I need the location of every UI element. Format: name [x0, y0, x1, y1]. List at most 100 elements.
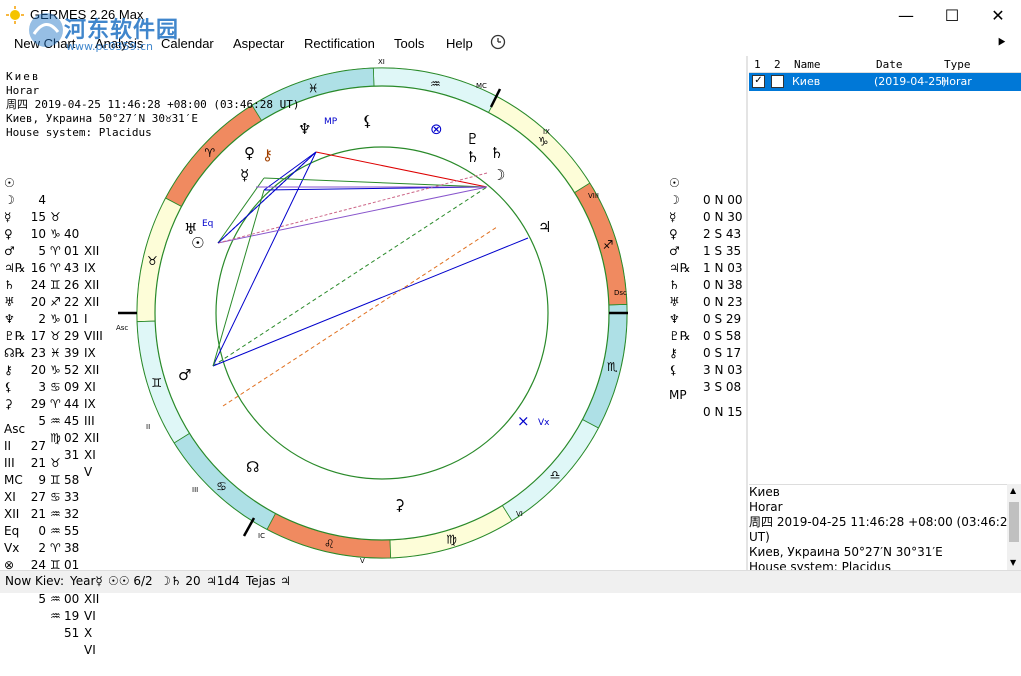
wheel-moon-icon[interactable]: ☽ — [492, 166, 505, 184]
detail-place: Киев, Украина 50°27′N 30°31′E — [749, 545, 943, 559]
wheel-fortune-icon[interactable]: ⊗ — [430, 120, 443, 138]
decl-value: 1 N 03 — [703, 261, 743, 275]
checkbox-1[interactable]: ✓ — [752, 75, 765, 88]
planet-row[interactable]: ♄ 20 ♑ 29 IX — [4, 260, 96, 360]
wheel-vertex-icon[interactable]: × — [517, 412, 530, 430]
planet-sign: ♉ — [50, 329, 61, 343]
planet-min: 44 — [64, 397, 80, 411]
decl-value: 0 N 00 — [703, 193, 743, 207]
planet-row[interactable]: ⚷ 3 ♈ 45 XII — [4, 345, 99, 445]
declination-row[interactable]: ⚷ 3 N 03 — [669, 328, 743, 377]
cusp-row[interactable]: Eq 2 ♊ 11 XII — [4, 506, 99, 606]
planet-house: III — [84, 414, 95, 428]
clock-icon[interactable] — [490, 34, 506, 53]
scroll-down-icon[interactable]: ▼ — [1010, 558, 1016, 567]
declination-row[interactable]: ♀ 1 S 35 — [669, 209, 741, 258]
planet-row[interactable]: ♂ 16 ♊ 22 I — [4, 226, 88, 326]
planet-row[interactable]: ⚳ 5 ♍ 31 V — [4, 379, 92, 479]
wheel-jupiter-icon[interactable]: ♃ — [538, 218, 551, 236]
planet-min: 52 — [64, 363, 80, 377]
wheel-node-icon[interactable]: ☊ — [246, 458, 259, 476]
scroll-up-icon[interactable]: ▲ — [1010, 486, 1016, 495]
planet-sign: ♉ — [50, 210, 61, 224]
wheel-saturn2-icon[interactable]: ♄ — [490, 144, 503, 162]
wheel-lilith-icon[interactable]: ⚸ — [362, 112, 373, 130]
declination-row[interactable]: ♂ 1 N 03 — [669, 226, 743, 275]
chart-house-system: House system: Placidus — [6, 126, 152, 139]
cusp-sign: ♊ — [50, 473, 61, 487]
cusp-row[interactable]: MC 27 ♒ 55 — [4, 455, 79, 538]
planet-row[interactable]: ☉ 4 ♉ 40 XII — [4, 158, 99, 258]
cusp-row[interactable]: III 9 ♋ 32 — [4, 438, 79, 521]
menu-rectification[interactable]: Rectification — [304, 36, 375, 51]
planet-sign: ♓ — [50, 346, 61, 360]
cusp-deg: 27 — [30, 490, 46, 504]
declination-row[interactable]: ☉ 0 N 00 — [669, 158, 743, 207]
planet-sign: ♈ — [50, 261, 61, 275]
cusp-row[interactable]: Asc 27 ♉ 58 — [4, 404, 79, 487]
col-date[interactable]: Date — [876, 58, 903, 71]
declination-row[interactable]: MP 0 N 15 — [669, 370, 743, 419]
planet-min: 02 — [64, 431, 80, 445]
col-name[interactable]: Name — [794, 58, 821, 71]
menu-aspectar[interactable]: Aspectar — [233, 36, 284, 51]
cusp-row[interactable]: ⊗ 8 ♒ 19 X — [4, 540, 92, 640]
cusp-row[interactable]: XI 21 ♒ 38 — [4, 472, 79, 555]
wheel-sun-icon[interactable]: ☉ — [191, 234, 204, 252]
declination-row[interactable]: ⚸ 3 S 08 — [669, 345, 741, 394]
planet-deg: 3 — [38, 380, 46, 394]
planet-min: 43 — [64, 261, 80, 275]
maximize-button[interactable]: ☐ — [929, 0, 975, 30]
declination-row[interactable]: ♄ 0 N 23 — [669, 260, 743, 309]
row-date: (2019-04-25) — [874, 75, 947, 88]
detail-type: Horar — [749, 500, 783, 514]
cusp-row[interactable]: XII 0 ♈ 01 — [4, 489, 79, 572]
col-type[interactable]: Type — [944, 58, 971, 71]
panel-toggle-icon[interactable]: ⯈ — [996, 34, 1007, 51]
planet-row[interactable]: ⚸ 29 ♒ 02 XI — [4, 362, 96, 462]
wheel-ceres-icon[interactable]: ⚳ — [394, 496, 405, 514]
zodiac-sign-icon: ♓ — [308, 81, 319, 95]
table-row[interactable]: ✓ Киев (2019-04-25) Horar — [749, 73, 1021, 91]
panel-splitter[interactable] — [746, 56, 748, 570]
declination-row[interactable]: ♃℞ 0 N 38 — [669, 243, 743, 292]
decl-value: 1 S 35 — [703, 244, 742, 258]
chart-table-header: 1 2 Name Date Type — [749, 56, 1021, 73]
planet-deg: 16 — [30, 261, 46, 275]
wheel-neptune-icon[interactable]: ♆ — [298, 120, 311, 138]
planet-house: IX — [84, 397, 96, 411]
planet-row[interactable]: ♆ 17 ♓ 52 XI — [4, 294, 96, 394]
declination-row[interactable]: ♅ 0 S 29 — [669, 277, 741, 326]
decl-value: 3 N 03 — [703, 363, 743, 377]
cusp-row[interactable]: II 21 ♊ 33 — [4, 421, 79, 504]
col-2[interactable]: 2 — [774, 58, 781, 71]
decl-value: 0 N 30 — [703, 210, 743, 224]
minimize-button[interactable]: — — [883, 0, 929, 30]
decl-value: 0 N 23 — [703, 295, 743, 309]
planet-row[interactable]: ☊℞ 20 ♋ 44 III — [4, 328, 95, 428]
menu-help[interactable]: Help — [446, 36, 473, 51]
planet-row[interactable]: ♃℞ 24 ♐ 01 VIII — [4, 243, 103, 343]
detail-scrollbar[interactable]: ▲ ▼ — [1007, 484, 1021, 570]
declination-row[interactable]: ☿ 2 S 43 — [669, 192, 741, 241]
declination-row[interactable]: ♆ 0 S 58 — [669, 294, 741, 343]
wheel-pluto-icon[interactable]: ♇ — [466, 130, 479, 148]
menu-tools[interactable]: Tools — [394, 36, 424, 51]
wheel-mars-icon[interactable]: ♂ — [178, 366, 191, 384]
planet-row[interactable]: ☽ 15 ♑ 01 IX — [4, 175, 96, 275]
close-button[interactable]: ✕ — [975, 0, 1021, 30]
col-1[interactable]: 1 — [754, 58, 761, 71]
checkbox-2[interactable] — [771, 75, 784, 88]
declination-row[interactable]: ♇℞ 0 S 17 — [669, 311, 741, 360]
planet-row[interactable]: ♀ 5 ♈ 26 XII — [4, 209, 99, 309]
planet-deg: 24 — [30, 278, 46, 292]
wheel-saturn-icon[interactable]: ♄ — [466, 148, 479, 166]
declination-row[interactable]: ☽ 0 N 30 — [669, 175, 743, 224]
planet-row[interactable]: ♇℞ 23 ♑ 09 IX — [4, 311, 96, 411]
cusp-row[interactable]: Vx 24 ♒ 00 VI — [4, 523, 96, 623]
cusp-sign: ♒ — [50, 609, 61, 623]
wheel-mercury-icon[interactable]: ☿ — [240, 166, 249, 184]
scroll-thumb[interactable] — [1009, 502, 1019, 542]
planet-row[interactable]: ☿ 10 ♈ 43 XII — [4, 192, 99, 292]
planet-row[interactable]: ♅ 2 ♉ 39 XII — [4, 277, 99, 377]
